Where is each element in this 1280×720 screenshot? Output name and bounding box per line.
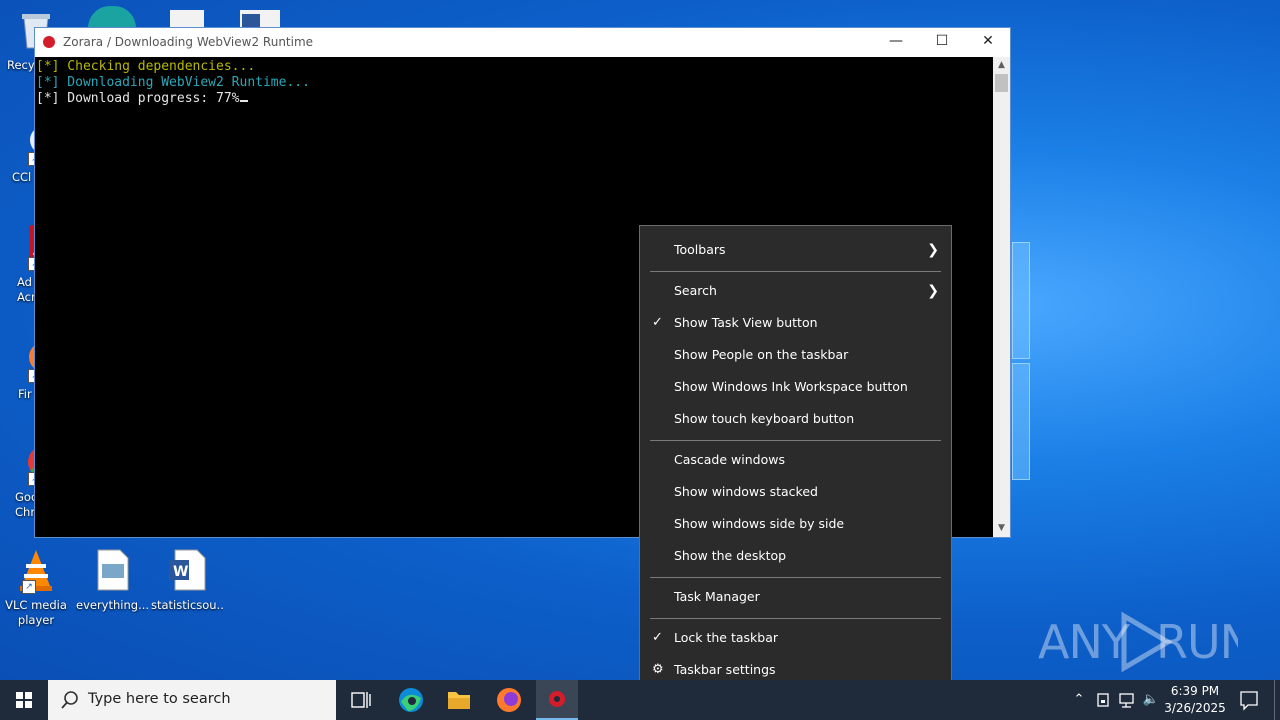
checkmark-icon: ✓ bbox=[652, 630, 663, 645]
edge-icon bbox=[399, 688, 423, 712]
menu-item-search[interactable]: Search ❯ bbox=[640, 275, 951, 307]
tray-volume-icon[interactable]: 🔈 bbox=[1140, 680, 1162, 720]
menu-item-label: Toolbars bbox=[674, 242, 726, 257]
taskbar-clock[interactable]: 6:39 PM 3/26/2025 bbox=[1160, 683, 1230, 717]
desktop-icon-label: statisticsou... bbox=[151, 598, 223, 612]
minimize-button[interactable]: — bbox=[873, 28, 919, 57]
scroll-down-icon[interactable]: ▼ bbox=[993, 520, 1010, 537]
shortcut-arrow-icon: ↗ bbox=[22, 580, 36, 594]
zorara-app-icon bbox=[43, 36, 55, 48]
clock-date: 3/26/2025 bbox=[1164, 701, 1226, 715]
clock-time: 6:39 PM bbox=[1170, 684, 1220, 698]
anyrun-watermark: ANY RUN bbox=[1038, 608, 1254, 684]
tray-network-icon[interactable] bbox=[1116, 680, 1138, 720]
network-icon bbox=[1119, 693, 1134, 708]
task-view-button[interactable] bbox=[338, 680, 384, 720]
desktop-icon-vlc[interactable]: ↗ VLC media player bbox=[0, 548, 72, 628]
speaker-icon: 🔈 bbox=[1142, 692, 1160, 707]
desktop-icon-statistics-doc[interactable]: W statisticsou... bbox=[151, 548, 223, 613]
show-hidden-icons-button[interactable]: ⌃ bbox=[1068, 680, 1090, 720]
vlc-icon: ↗ bbox=[14, 548, 58, 594]
menu-item-show-task-view-button[interactable]: ✓ Show Task View button bbox=[640, 307, 951, 339]
taskbar-context-menu: Toolbars ❯ Search ❯ ✓ Show Task View but… bbox=[639, 225, 952, 695]
word-desktop-icon[interactable] bbox=[240, 10, 280, 28]
menu-item-label: Show the desktop bbox=[674, 548, 787, 563]
scrollbar-thumb[interactable] bbox=[995, 74, 1008, 92]
taskbar: Type here to search ⌃ 🔈 6:39 PM 3/26/202… bbox=[0, 680, 1280, 720]
search-icon bbox=[61, 691, 78, 709]
word-doc-icon: W bbox=[165, 548, 209, 592]
menu-separator bbox=[650, 440, 941, 441]
zorara-app-icon bbox=[549, 691, 565, 707]
show-desktop-button[interactable] bbox=[1274, 680, 1280, 720]
menu-item-label: Show People on the taskbar bbox=[674, 347, 849, 362]
desktop-icon-label: VLC media player bbox=[5, 598, 67, 627]
task-view-icon bbox=[351, 692, 371, 708]
close-button[interactable]: ✕ bbox=[965, 28, 1011, 57]
menu-item-show-desktop[interactable]: Show the desktop bbox=[640, 540, 951, 572]
menu-item-label: Show windows stacked bbox=[674, 484, 818, 499]
menu-item-show-touch-keyboard[interactable]: Show touch keyboard button bbox=[640, 403, 951, 435]
menu-separator bbox=[650, 618, 941, 619]
console-line: [*] Checking dependencies... bbox=[36, 59, 256, 74]
svg-text:W: W bbox=[173, 564, 188, 580]
menu-item-show-people[interactable]: Show People on the taskbar bbox=[640, 339, 951, 371]
menu-item-toolbars[interactable]: Toolbars ❯ bbox=[640, 234, 951, 266]
menu-item-task-manager[interactable]: Task Manager bbox=[640, 581, 951, 613]
svg-text:RUN: RUN bbox=[1156, 615, 1238, 669]
menu-separator bbox=[650, 577, 941, 578]
window-title: Zorara / Downloading WebView2 Runtime bbox=[63, 35, 314, 49]
console-line: [*] Downloading WebView2 Runtime... bbox=[36, 75, 310, 90]
notification-icon bbox=[1240, 691, 1258, 711]
action-center-button[interactable] bbox=[1234, 680, 1264, 720]
file-desktop-icon[interactable] bbox=[170, 10, 204, 28]
taskbar-firefox[interactable] bbox=[486, 680, 532, 720]
menu-item-label: Search bbox=[674, 283, 717, 298]
chevron-right-icon: ❯ bbox=[927, 242, 939, 258]
anyrun-logo: ANY RUN bbox=[1038, 611, 1254, 673]
menu-item-cascade-windows[interactable]: Cascade windows bbox=[640, 444, 951, 476]
firefox-icon bbox=[497, 688, 521, 712]
start-button[interactable] bbox=[0, 680, 48, 720]
menu-item-show-ink-workspace[interactable]: Show Windows Ink Workspace button bbox=[640, 371, 951, 403]
image-file-icon bbox=[90, 548, 134, 592]
usb-device-icon bbox=[1097, 693, 1109, 707]
menu-item-lock-taskbar[interactable]: ✓ Lock the taskbar bbox=[640, 622, 951, 654]
desktop-icon-everything[interactable]: everything... bbox=[76, 548, 148, 613]
taskbar-search-box[interactable]: Type here to search bbox=[48, 680, 336, 720]
menu-item-label: Show touch keyboard button bbox=[674, 411, 855, 426]
text-cursor bbox=[239, 100, 248, 102]
taskbar-zorara[interactable] bbox=[536, 680, 578, 720]
menu-item-label: Lock the taskbar bbox=[674, 630, 779, 645]
console-line: [*] Download progress: 77% bbox=[36, 91, 240, 106]
menu-item-label: Show Windows Ink Workspace button bbox=[674, 379, 908, 394]
vertical-scrollbar[interactable]: ▲ ▼ bbox=[993, 57, 1010, 537]
chevron-up-icon: ⌃ bbox=[1073, 692, 1085, 707]
search-placeholder: Type here to search bbox=[88, 691, 231, 707]
menu-item-label: Task Manager bbox=[674, 589, 760, 604]
taskbar-edge[interactable] bbox=[388, 680, 434, 720]
taskbar-file-explorer[interactable] bbox=[436, 680, 482, 720]
menu-item-windows-side-by-side[interactable]: Show windows side by side bbox=[640, 508, 951, 540]
tray-device-icon[interactable] bbox=[1092, 680, 1114, 720]
maximize-button[interactable]: ☐ bbox=[919, 28, 965, 57]
menu-item-label: Show windows side by side bbox=[674, 516, 845, 531]
window-titlebar[interactable]: Zorara / Downloading WebView2 Runtime — … bbox=[35, 28, 1010, 57]
scroll-up-icon[interactable]: ▲ bbox=[993, 57, 1010, 74]
menu-item-label: Cascade windows bbox=[674, 452, 785, 467]
windows-start-icon bbox=[16, 692, 32, 708]
file-explorer-icon bbox=[448, 692, 470, 709]
desktop-icon-label: everything... bbox=[76, 598, 148, 612]
menu-item-label: Show Task View button bbox=[674, 315, 818, 330]
menu-item-windows-stacked[interactable]: Show windows stacked bbox=[640, 476, 951, 508]
edge-desktop-icon[interactable] bbox=[88, 6, 136, 28]
svg-text:ANY: ANY bbox=[1038, 615, 1131, 669]
menu-separator bbox=[650, 271, 941, 272]
checkmark-icon: ✓ bbox=[652, 315, 663, 330]
chevron-right-icon: ❯ bbox=[927, 283, 939, 299]
